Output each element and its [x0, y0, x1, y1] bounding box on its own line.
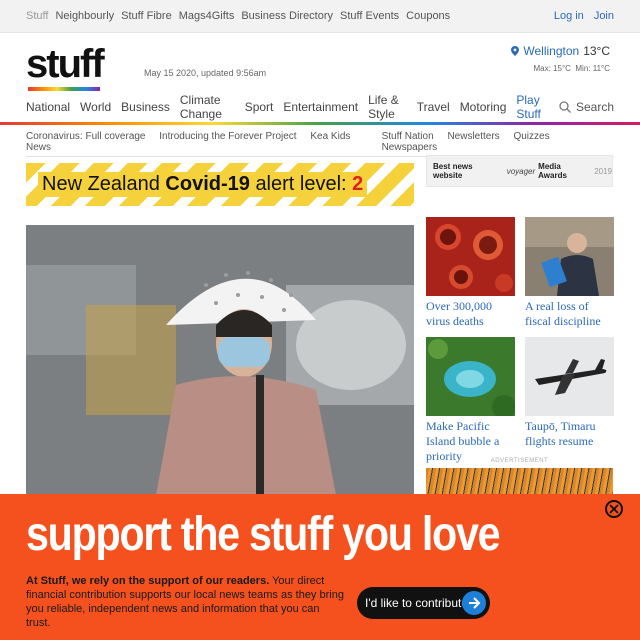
- subnav-forever-project[interactable]: Introducing the Forever Project: [159, 131, 296, 142]
- covid-prefix: New Zealand: [42, 173, 160, 195]
- subnav-coronavirus[interactable]: Coronavirus: Full coverage: [26, 131, 146, 142]
- join-link[interactable]: Join: [594, 10, 614, 22]
- nav-item-play-stuff[interactable]: Play Stuff: [516, 93, 549, 121]
- covid-alert-banner[interactable]: New Zealand Covid-19 alert level: 2: [26, 163, 414, 206]
- arrow-right-icon: [462, 591, 486, 615]
- weather-min: Min: 11°C: [575, 64, 610, 73]
- award-name: Media Awards: [538, 162, 567, 180]
- weather-location: Wellington 13°C: [511, 44, 610, 58]
- dateline: May 15 2020, updated 9:56am: [144, 68, 267, 78]
- support-overlay: support the stuff you love At Stuff, we …: [0, 494, 640, 640]
- weather-max: Max: 15°C: [533, 64, 571, 73]
- network-link-stuff-events[interactable]: Stuff Events: [340, 10, 399, 22]
- sub-nav: Coronavirus: Full coverage Introducing t…: [26, 131, 614, 153]
- support-headline: support the stuff you love: [26, 508, 501, 561]
- politician-image: [525, 217, 614, 296]
- virus-image: [426, 217, 515, 296]
- contribute-label: I'd like to contribute: [365, 596, 469, 610]
- story-tile-pacific-bubble[interactable]: Make Pacific Island bubble a priority: [426, 337, 515, 464]
- network-link-stuff-fibre[interactable]: Stuff Fibre: [121, 10, 172, 22]
- covid-alert-text: New Zealand Covid-19 alert level: 2: [38, 172, 368, 197]
- nav-rainbow-divider: [0, 122, 640, 125]
- hero-image[interactable]: [26, 225, 414, 495]
- auth-links: Log in Join: [554, 10, 614, 22]
- weather-widget[interactable]: Wellington 13°C Max: 15°C Min: 11°C: [511, 44, 610, 73]
- subnav-quizzes[interactable]: Quizzes: [513, 131, 549, 142]
- network-link-neighbourly[interactable]: Neighbourly: [55, 10, 114, 22]
- covid-suffix: alert level:: [255, 173, 347, 195]
- nav-item-climate-change[interactable]: Climate Change: [180, 93, 235, 121]
- location-pin-icon: [511, 46, 520, 56]
- plane-image: [525, 337, 614, 416]
- weather-temp: 13°C: [583, 44, 610, 58]
- weather-min-max: Max: 15°C Min: 11°C: [511, 64, 610, 73]
- advertisement-label: ADVERTISEMENT: [490, 458, 549, 464]
- nav-item-life-style[interactable]: Life & Style: [368, 93, 407, 121]
- voyager-logo: voyager: [506, 166, 536, 176]
- hero-photo: [26, 225, 414, 495]
- subnav-newspapers[interactable]: Newspapers: [382, 142, 438, 153]
- search-icon: [559, 101, 571, 113]
- network-link-coupons[interactable]: Coupons: [406, 10, 450, 22]
- nav-item-national[interactable]: National: [26, 100, 70, 114]
- search-label: Search: [575, 100, 614, 114]
- support-body-bold: At Stuff, we rely on the support of our …: [26, 575, 270, 587]
- nav-item-world[interactable]: World: [80, 100, 111, 114]
- subnav-stuff-nation[interactable]: Stuff Nation: [382, 131, 434, 142]
- story-tile-virus-deaths[interactable]: Over 300,000 virus deaths: [426, 217, 515, 329]
- network-link-stuff[interactable]: Stuff: [26, 10, 48, 22]
- lagoon-image: [426, 337, 515, 416]
- sub-nav-left: Coronavirus: Full coverage Introducing t…: [26, 131, 382, 153]
- network-links: Stuff Neighbourly Stuff Fibre Mags4Gifts…: [26, 10, 457, 22]
- nav-item-motoring[interactable]: Motoring: [460, 100, 507, 114]
- section-nav: National World Business Climate Change S…: [26, 93, 614, 121]
- nav-item-entertainment[interactable]: Entertainment: [283, 100, 358, 114]
- close-overlay-button[interactable]: [605, 500, 623, 518]
- story-tile-fiscal-discipline[interactable]: A real loss of fiscal discipline: [525, 217, 614, 329]
- nav-item-travel[interactable]: Travel: [417, 100, 450, 114]
- contribute-button[interactable]: I'd like to contribute: [357, 587, 490, 619]
- subnav-newsletters[interactable]: Newsletters: [447, 131, 499, 142]
- nav-item-business[interactable]: Business: [121, 100, 170, 114]
- award-year: 2019: [594, 166, 612, 176]
- network-link-mags4gifts[interactable]: Mags4Gifts: [179, 10, 235, 22]
- story-tile-flights-resume[interactable]: Taupō, Timaru flights resume: [525, 337, 614, 449]
- network-link-business-directory[interactable]: Business Directory: [241, 10, 333, 22]
- covid-alert-level: 2: [352, 173, 364, 195]
- nav-item-sport[interactable]: Sport: [245, 100, 274, 114]
- login-link[interactable]: Log in: [554, 10, 584, 22]
- covid-name: Covid-19: [165, 173, 250, 195]
- story-caption[interactable]: Over 300,000 virus deaths: [426, 299, 515, 329]
- stuff-logo[interactable]: stuff: [26, 44, 105, 84]
- story-caption[interactable]: A real loss of fiscal discipline: [525, 299, 614, 329]
- support-body: At Stuff, we rely on the support of our …: [26, 574, 346, 630]
- story-caption[interactable]: Taupō, Timaru flights resume: [525, 419, 614, 449]
- sub-nav-right: Stuff Nation Newsletters Quizzes Newspap…: [382, 131, 614, 153]
- close-icon: [609, 504, 619, 514]
- award-label: Best news website: [433, 162, 473, 180]
- network-bar: Stuff Neighbourly Stuff Fibre Mags4Gifts…: [0, 0, 640, 33]
- search-button[interactable]: Search: [559, 100, 614, 114]
- media-award-badge[interactable]: Best news website voyager Media Awards 2…: [426, 155, 613, 187]
- weather-city: Wellington: [523, 44, 580, 58]
- logo-rainbow-underline: [28, 87, 100, 91]
